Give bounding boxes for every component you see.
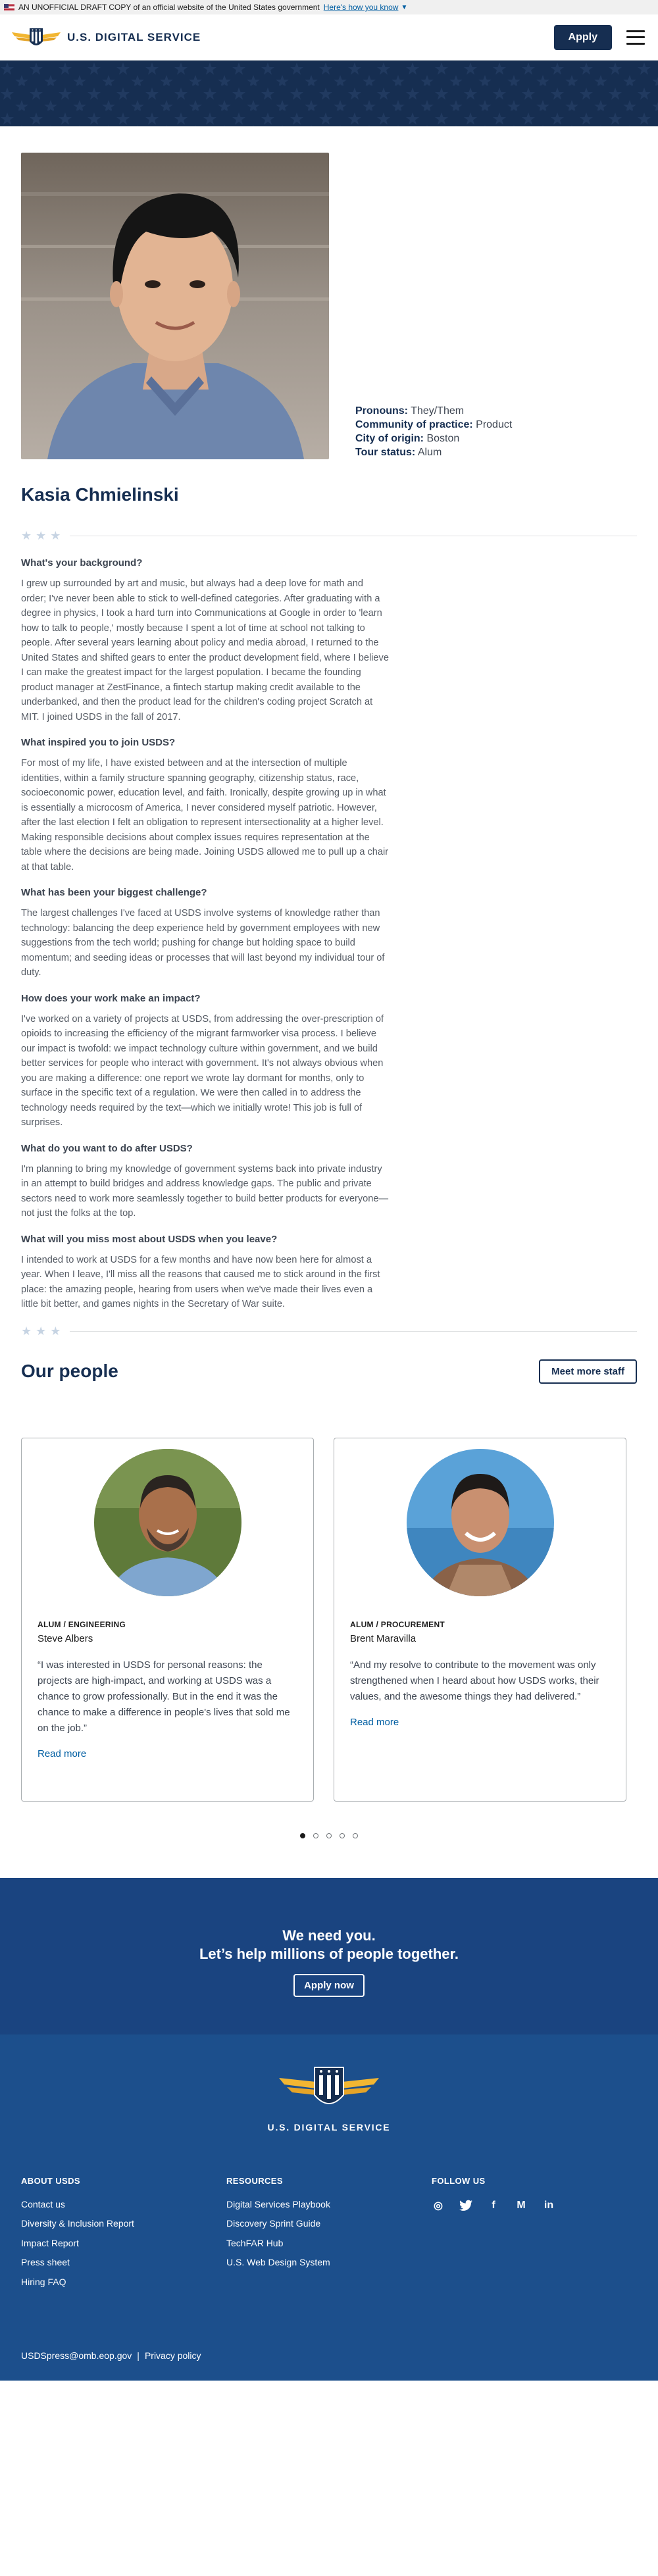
usds-logo[interactable]: U.S. DIGITAL SERVICE	[11, 24, 201, 51]
carousel-dot[interactable]	[313, 1832, 318, 1838]
instagram-icon[interactable]: ◎	[432, 2199, 445, 2212]
fact-city: City of origin: Boston	[355, 433, 460, 444]
cta-line-1: We need you.	[282, 1927, 376, 1944]
fact-community: Community of practice: Product	[355, 419, 513, 430]
footer-about: ABOUT USDS Contact us Diversity & Inclus…	[21, 2176, 226, 2296]
cta-line-2: Let’s help millions of people together.	[199, 1945, 459, 1962]
fact-pronouns: Pronouns: They/Them	[355, 405, 465, 417]
hero-star-pattern	[0, 61, 658, 126]
carousel-dot[interactable]	[353, 1832, 358, 1838]
star-icon: ★	[36, 529, 47, 542]
answer: I'm planning to bring my knowledge of go…	[21, 1163, 389, 1219]
heres-how-you-know-link[interactable]: Here's how you know	[324, 3, 399, 12]
person-name: Brent Maravilla	[350, 1632, 417, 1644]
answer: I've worked on a variety of projects at …	[21, 1013, 384, 1128]
footer-heading: RESOURCES	[226, 2175, 283, 2186]
fact-tour-status: Tour status: Alum	[355, 447, 442, 458]
person-portrait-icon	[406, 1448, 554, 1596]
facebook-icon[interactable]: f	[487, 2199, 500, 2212]
person-role: ALUM / ENGINEERING	[38, 1619, 126, 1629]
avatar	[406, 1448, 554, 1596]
our-people-title: Our people	[21, 1361, 118, 1381]
star-icon: ★	[21, 1324, 32, 1338]
apply-now-button[interactable]: Apply now	[293, 1973, 365, 1997]
question: How does your work make an impact?	[21, 992, 201, 1004]
footer-link-diversity[interactable]: Diversity & Inclusion Report	[21, 2218, 226, 2229]
answer: I grew up surrounded by art and music, b…	[21, 578, 389, 722]
twitter-icon[interactable]	[459, 2199, 472, 2212]
avatar	[93, 1448, 241, 1596]
linkedin-icon[interactable]: in	[542, 2199, 555, 2212]
footer-link-techfar[interactable]: TechFAR Hub	[226, 2238, 432, 2248]
answer: For most of my life, I have existed betw…	[21, 758, 389, 872]
person-portrait-icon	[93, 1448, 241, 1596]
person-portrait-icon	[21, 153, 329, 459]
usds-eagle-logo-icon	[279, 2066, 379, 2104]
star-pattern-icon	[0, 61, 658, 126]
footer-heading: FOLLOW US	[432, 2175, 486, 2186]
person-name: Steve Albers	[38, 1632, 93, 1644]
carousel-dot[interactable]	[340, 1832, 345, 1838]
footer-resources: RESOURCES Digital Services Playbook Disc…	[226, 2176, 432, 2296]
footer-link-discovery[interactable]: Discovery Sprint Guide	[226, 2218, 432, 2229]
footer-link-playbook[interactable]: Digital Services Playbook	[226, 2199, 432, 2210]
footer-bottom: USDSpress@omb.eop.gov | Privacy policy	[21, 2350, 201, 2361]
star-divider: ★ ★ ★	[21, 1325, 637, 1338]
privacy-policy-link[interactable]: Privacy policy	[145, 2350, 201, 2361]
site-header: U.S. DIGITAL SERVICE Apply	[0, 14, 658, 61]
profile-main: Pronouns: They/Them Community of practic…	[0, 153, 658, 1838]
profile-qa: What's your background? I grew up surrou…	[21, 557, 390, 1312]
profile-name: Kasia Chmielinski	[21, 484, 179, 505]
question: What will you miss most about USDS when …	[21, 1233, 278, 1245]
footer-link-uswds[interactable]: U.S. Web Design System	[226, 2257, 432, 2267]
carousel-dot[interactable]	[300, 1832, 305, 1838]
site-footer: U.S. DIGITAL SERVICE ABOUT USDS Contact …	[0, 2034, 658, 2381]
question: What has been your biggest challenge?	[21, 887, 207, 898]
medium-icon[interactable]: M	[515, 2199, 528, 2212]
footer-link-press[interactable]: Press sheet	[21, 2257, 226, 2267]
chevron-down-icon[interactable]: ▼	[401, 4, 407, 11]
answer: The largest challenges I've faced at USD…	[21, 908, 385, 978]
apply-button[interactable]: Apply	[553, 24, 612, 50]
person-card: ALUM / ENGINEERING Steve Albers “I was i…	[21, 1437, 314, 1802]
person-role: ALUM / PROCUREMENT	[350, 1619, 445, 1629]
footer-link-hiring-faq[interactable]: Hiring FAQ	[21, 2277, 226, 2287]
answer: I intended to work at USDS for a few mon…	[21, 1254, 380, 1310]
person-card: ALUM / PROCUREMENT Brent Maravilla “And …	[334, 1437, 626, 1802]
footer-logo-text: U.S. DIGITAL SERVICE	[267, 2121, 391, 2133]
hamburger-menu-icon[interactable]	[626, 30, 645, 45]
cta-section: We need you. Let’s help millions of peop…	[0, 1877, 658, 2034]
meet-more-staff-button[interactable]: Meet more staff	[539, 1359, 637, 1384]
person-quote: “And my resolve to contribute to the mov…	[350, 1659, 599, 1702]
footer-follow: FOLLOW US ◎ f M in	[432, 2176, 637, 2296]
press-email-link[interactable]: USDSpress@omb.eop.gov	[21, 2350, 132, 2361]
footer-logo[interactable]: U.S. DIGITAL SERVICE	[21, 2061, 637, 2133]
carousel-dot[interactable]	[326, 1832, 332, 1838]
footer-link-contact[interactable]: Contact us	[21, 2199, 226, 2210]
question: What do you want to do after USDS?	[21, 1142, 193, 1154]
star-icon: ★	[36, 1324, 47, 1338]
star-divider: ★ ★ ★	[21, 529, 637, 543]
gov-banner: AN UNOFFICIAL DRAFT COPY of an official …	[0, 0, 658, 14]
carousel-pagination	[21, 1832, 637, 1838]
star-icon: ★	[50, 529, 61, 542]
profile-photo	[21, 153, 329, 459]
question: What inspired you to join USDS?	[21, 737, 176, 748]
social-links: ◎ f M in	[432, 2199, 637, 2212]
star-icon: ★	[50, 1324, 61, 1338]
site-title: U.S. DIGITAL SERVICE	[67, 30, 201, 43]
people-cards: ALUM / ENGINEERING Steve Albers “I was i…	[21, 1437, 637, 1802]
read-more-link[interactable]: Read more	[38, 1748, 86, 1759]
read-more-link[interactable]: Read more	[350, 1717, 399, 1728]
usds-eagle-logo-icon	[12, 28, 61, 45]
gov-banner-text: AN UNOFFICIAL DRAFT COPY of an official …	[18, 3, 320, 12]
footer-heading: ABOUT USDS	[21, 2175, 80, 2186]
our-people-header: Our people Meet more staff	[21, 1359, 637, 1384]
question: What's your background?	[21, 557, 143, 568]
profile-facts: Pronouns: They/Them Community of practic…	[355, 404, 512, 459]
footer-link-impact[interactable]: Impact Report	[21, 2238, 226, 2248]
star-icon: ★	[21, 529, 32, 542]
person-quote: “I was interested in USDS for personal r…	[38, 1659, 290, 1734]
us-flag-icon	[4, 3, 14, 11]
